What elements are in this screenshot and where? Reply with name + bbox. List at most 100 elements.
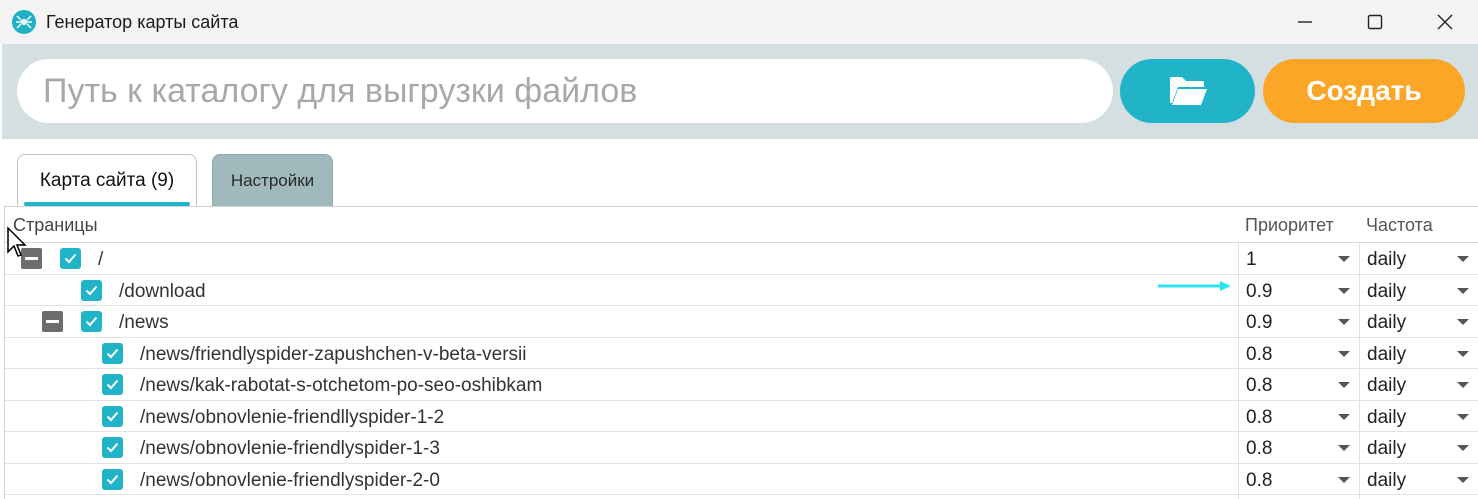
chevron-down-icon: [1338, 287, 1350, 294]
title-bar: Генератор карты сайта: [0, 0, 1478, 44]
priority-value: 0.9: [1246, 280, 1273, 302]
page-path: /news/kak-rabotat-s-otchetom-po-seo-oshi…: [140, 375, 543, 396]
checkbox[interactable]: [60, 248, 81, 269]
frequency-value: daily: [1367, 280, 1407, 302]
frequency-select[interactable]: daily: [1360, 432, 1478, 463]
tab-sitemap[interactable]: Карта сайта (9): [17, 154, 197, 206]
table-row: [5, 495, 1478, 499]
frequency-select[interactable]: daily: [1360, 243, 1478, 274]
chevron-down-icon: [1457, 350, 1469, 357]
frequency-value: daily: [1367, 406, 1407, 428]
priority-select[interactable]: 0.8: [1239, 369, 1360, 400]
chevron-down-icon: [1338, 350, 1350, 357]
grid-header: Страницы Приоритет Частота: [5, 207, 1478, 243]
table-row[interactable]: /news/friendlyspider-zapushchen-v-beta-v…: [5, 338, 1478, 369]
priority-select[interactable]: 0.8: [1239, 464, 1360, 495]
sitemap-grid: Страницы Приоритет Частота / 1 daily /do…: [4, 206, 1478, 499]
minimize-icon: [1298, 21, 1312, 23]
chevron-down-icon: [1338, 445, 1350, 451]
collapse-icon[interactable]: [42, 311, 63, 332]
priority-value: 1: [1246, 249, 1257, 270]
checkmark-icon: [106, 379, 119, 390]
frequency-value: daily: [1367, 469, 1407, 491]
priority-value: 0.8: [1246, 375, 1273, 396]
priority-select[interactable]: 0.8: [1239, 338, 1360, 369]
table-row[interactable]: /news/obnovlenie-friendllyspider-1-2 0.8…: [5, 401, 1478, 432]
frequency-value: daily: [1367, 312, 1407, 333]
tab-settings[interactable]: Настройки: [212, 154, 333, 206]
browse-folder-button[interactable]: [1120, 59, 1255, 123]
priority-select[interactable]: 0.9: [1239, 275, 1360, 306]
checkbox[interactable]: [102, 374, 123, 395]
chevron-down-icon: [1457, 287, 1469, 294]
window-title: Генератор карты сайта: [46, 12, 239, 32]
annotation-arrow-icon: [1158, 281, 1231, 291]
page-path: /news/friendlyspider-zapushchen-v-beta-v…: [140, 343, 527, 365]
checkbox[interactable]: [102, 468, 123, 490]
chevron-down-icon: [1457, 382, 1469, 388]
table-row[interactable]: /news 0.9 daily: [5, 306, 1478, 338]
maximize-button[interactable]: [1340, 0, 1410, 44]
mouse-cursor-icon: [7, 226, 27, 257]
chevron-down-icon: [1338, 319, 1350, 325]
chevron-down-icon: [1338, 413, 1350, 420]
tab-sitemap-label: Карта сайта (9): [39, 169, 175, 191]
folder-open-icon: [1169, 77, 1207, 105]
checkmark-icon: [85, 285, 98, 295]
priority-select[interactable]: 1: [1239, 243, 1360, 274]
chevron-down-icon: [1457, 445, 1469, 451]
priority-select[interactable]: 0.8: [1239, 432, 1360, 463]
checkbox[interactable]: [81, 311, 102, 332]
frequency-select[interactable]: daily: [1360, 338, 1478, 369]
close-icon: [1437, 14, 1453, 30]
page-path: /news: [119, 312, 169, 333]
table-row[interactable]: /news/obnovlenie-friendlyspider-1-3 0.8 …: [5, 432, 1478, 464]
output-path-input[interactable]: [17, 59, 1113, 123]
table-row[interactable]: /download 0.9 daily: [5, 275, 1478, 306]
frequency-select[interactable]: daily: [1360, 275, 1478, 306]
page-path: /news/obnovlenie-friendlyspider-2-0: [140, 469, 440, 491]
page-path: /news/obnovlenie-friendllyspider-1-2: [140, 406, 445, 428]
spider-logo-icon: [12, 10, 36, 34]
checkbox[interactable]: [81, 279, 102, 301]
chevron-down-icon: [1338, 382, 1350, 388]
tab-settings-label: Настройки: [230, 170, 315, 190]
chevron-down-icon: [1457, 413, 1469, 420]
chevron-down-icon: [1338, 476, 1350, 483]
checkmark-icon: [106, 411, 119, 421]
frequency-select[interactable]: daily: [1360, 401, 1478, 432]
priority-value: 0.8: [1246, 438, 1273, 459]
table-row[interactable]: /news/kak-rabotat-s-otchetom-po-seo-oshi…: [5, 369, 1478, 401]
priority-value: 0.9: [1246, 312, 1273, 333]
close-button[interactable]: [1410, 0, 1478, 44]
checkmark-icon: [106, 442, 119, 453]
column-header-priority[interactable]: Приоритет: [1245, 215, 1334, 236]
table-row[interactable]: / 1 daily: [5, 243, 1478, 275]
chevron-down-icon: [1457, 256, 1469, 262]
priority-value: 0.8: [1246, 469, 1273, 491]
frequency-select[interactable]: daily: [1360, 306, 1478, 337]
frequency-select[interactable]: daily: [1360, 369, 1478, 400]
page-path: /: [98, 249, 104, 270]
page-path: /news/obnovlenie-friendlyspider-1-3: [140, 438, 440, 459]
page-path: /download: [119, 280, 206, 302]
checkbox[interactable]: [102, 342, 123, 364]
column-header-frequency[interactable]: Частота: [1366, 215, 1433, 236]
maximize-icon: [1367, 14, 1383, 30]
priority-select[interactable]: 0.9: [1239, 306, 1360, 337]
table-row[interactable]: /news/obnovlenie-friendlyspider-2-0 0.8 …: [5, 464, 1478, 495]
checkmark-icon: [106, 348, 119, 358]
frequency-value: daily: [1367, 375, 1407, 396]
chevron-down-icon: [1338, 256, 1350, 262]
minimize-button[interactable]: [1270, 0, 1340, 44]
frequency-value: daily: [1367, 343, 1407, 365]
chevron-down-icon: [1457, 319, 1469, 325]
frequency-select[interactable]: daily: [1360, 464, 1478, 495]
create-button[interactable]: Создать: [1263, 59, 1465, 123]
chevron-down-icon: [1457, 476, 1469, 483]
checkbox[interactable]: [102, 405, 123, 427]
priority-select[interactable]: 0.8: [1239, 401, 1360, 432]
priority-value: 0.8: [1246, 343, 1273, 365]
checkbox[interactable]: [102, 437, 123, 458]
priority-value: 0.8: [1246, 406, 1273, 428]
